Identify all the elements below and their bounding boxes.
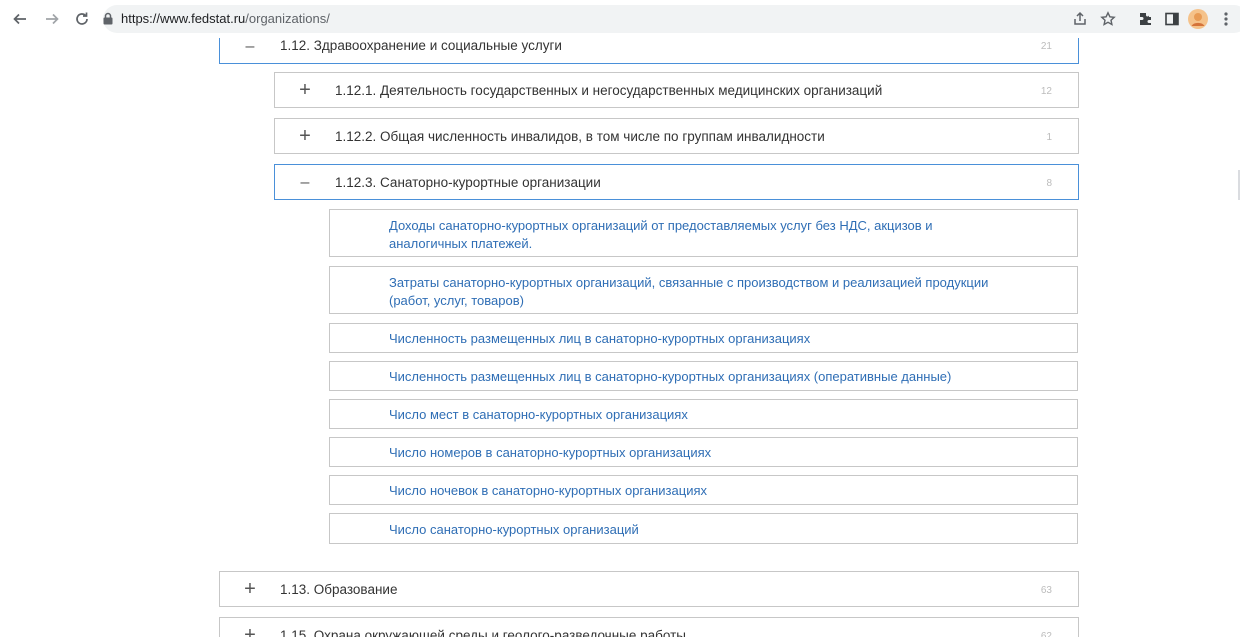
subsection-title[interactable]: 1.12.3. Санаторно-курортные организации: [335, 175, 601, 190]
indicator-link[interactable]: Число номеров в санаторно-курортных орга…: [389, 444, 997, 462]
indicator-link-line2: (работ, услуг, товаров): [389, 293, 524, 308]
indicator-link[interactable]: Доходы санаторно-курортных организаций о…: [389, 217, 997, 253]
menu-dots-icon[interactable]: [1216, 9, 1236, 29]
item-count: 8: [1046, 178, 1052, 189]
indicator-link[interactable]: Число ночевок в санаторно-курортных орга…: [389, 482, 997, 500]
tree-section-1-15[interactable]: + 1.15. Охрана окружающей среды и геолог…: [219, 617, 1079, 637]
section-title[interactable]: 1.15. Охрана окружающей среды и геолого-…: [280, 628, 686, 637]
extensions-icon[interactable]: [1135, 9, 1155, 29]
indicator-item[interactable]: Число номеров в санаторно-курортных орга…: [329, 437, 1078, 467]
indicator-link[interactable]: Число санаторно-курортных организаций: [389, 521, 997, 539]
share-icon[interactable]: [1070, 9, 1090, 29]
indicator-link[interactable]: Численность размещенных лиц в санаторно-…: [389, 368, 997, 386]
expand-icon[interactable]: +: [295, 79, 315, 101]
star-icon[interactable]: [1098, 9, 1118, 29]
indicator-item[interactable]: Численность размещенных лиц в санаторно-…: [329, 323, 1078, 353]
expand-icon[interactable]: +: [240, 578, 260, 600]
indicator-link-line2: аналогичных платежей.: [389, 236, 533, 251]
indicator-link[interactable]: Затраты санаторно-курортных организаций,…: [389, 274, 997, 310]
indicator-item[interactable]: Число мест в санаторно-курортных организ…: [329, 399, 1078, 429]
tree-subsection-1-12-3[interactable]: – 1.12.3. Санаторно-курортные организаци…: [274, 164, 1079, 200]
tree-section-1-12[interactable]: – 1.12. Здравоохранение и социальные усл…: [219, 38, 1079, 64]
item-count: 12: [1040, 86, 1052, 97]
collapse-icon[interactable]: –: [295, 173, 315, 193]
back-arrow-icon[interactable]: [10, 9, 30, 29]
section-title[interactable]: 1.13. Образование: [280, 582, 397, 597]
url-path: /organizations/: [245, 11, 330, 26]
collapse-icon[interactable]: –: [240, 38, 260, 57]
lock-icon[interactable]: [102, 12, 114, 30]
indicator-item[interactable]: Доходы санаторно-курортных организаций о…: [329, 209, 1078, 257]
indicator-link[interactable]: Численность размещенных лиц в санаторно-…: [389, 330, 997, 348]
item-count: 63: [1040, 585, 1052, 596]
side-panel-icon[interactable]: [1162, 9, 1182, 29]
subsection-title[interactable]: 1.12.2. Общая численность инвалидов, в т…: [335, 129, 825, 144]
indicator-link-line1: Затраты санаторно-курортных организаций,…: [389, 275, 989, 290]
item-count: 21: [1040, 41, 1052, 52]
reload-icon[interactable]: [72, 9, 92, 29]
profile-avatar[interactable]: [1188, 9, 1208, 29]
url-host: https://www.fedstat.ru: [121, 11, 246, 26]
indicator-item[interactable]: Численность размещенных лиц в санаторно-…: [329, 361, 1078, 391]
indicator-item[interactable]: Число санаторно-курортных организаций: [329, 513, 1078, 544]
indicator-link[interactable]: Число мест в санаторно-курортных организ…: [389, 406, 997, 424]
browser-toolbar: https://www.fedstat.ru/organizations/: [0, 0, 1240, 38]
tree-section-1-13[interactable]: + 1.13. Образование 63: [219, 571, 1079, 607]
indicator-link-line1: Доходы санаторно-курортных организаций о…: [389, 218, 933, 233]
tree-subsection-1-12-2[interactable]: + 1.12.2. Общая численность инвалидов, в…: [274, 118, 1079, 154]
page-content: – 1.12. Здравоохранение и социальные усл…: [0, 38, 1240, 637]
item-count: 1: [1046, 132, 1052, 143]
subsection-title[interactable]: 1.12.1. Деятельность государственных и н…: [335, 83, 882, 98]
indicator-item[interactable]: Затраты санаторно-курортных организаций,…: [329, 266, 1078, 314]
section-title[interactable]: 1.12. Здравоохранение и социальные услуг…: [280, 38, 562, 53]
expand-icon[interactable]: +: [240, 624, 260, 637]
indicator-item[interactable]: Число ночевок в санаторно-курортных орга…: [329, 475, 1078, 505]
url-text[interactable]: https://www.fedstat.ru/organizations/: [121, 11, 330, 26]
tree-subsection-1-12-1[interactable]: + 1.12.1. Деятельность государственных и…: [274, 72, 1079, 108]
expand-icon[interactable]: +: [295, 125, 315, 147]
forward-arrow-icon[interactable]: [42, 9, 62, 29]
item-count: 62: [1040, 631, 1052, 637]
